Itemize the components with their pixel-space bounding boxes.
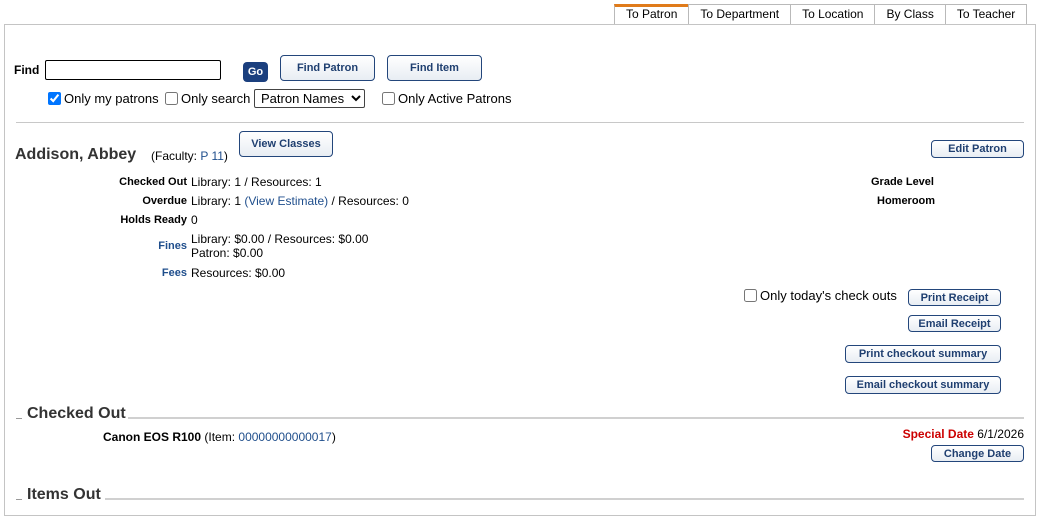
item-suffix: )	[331, 430, 336, 444]
only-search-label: Only search	[181, 91, 251, 106]
tab-by-class[interactable]: By Class	[874, 4, 946, 25]
checked-out-heading: Checked Out	[25, 405, 128, 423]
overdue-prefix: Library: 1	[191, 194, 245, 208]
item-barcode: (Item: 00000000000017)	[204, 430, 335, 444]
find-label: Find	[14, 63, 40, 77]
item-barcode-link[interactable]: 00000000000017	[238, 430, 331, 444]
items-out-heading: Items Out	[25, 486, 103, 504]
only-active-patrons-label: Only Active Patrons	[398, 91, 512, 106]
fees-link[interactable]: Fees	[67, 267, 187, 279]
holds-ready-label: Holds Ready	[120, 214, 187, 226]
section-dash	[16, 418, 22, 419]
fines-patron-value: Patron: $0.00	[191, 246, 264, 260]
checkout-panel: Find Go Find Patron Find Item Only my pa…	[4, 24, 1036, 516]
change-date-button[interactable]: Change Date	[931, 445, 1024, 462]
edit-patron-button[interactable]: Edit Patron	[931, 140, 1024, 158]
tab-to-patron[interactable]: To Patron	[614, 4, 690, 25]
section-dash	[16, 499, 22, 500]
print-checkout-summary-button[interactable]: Print checkout summary	[845, 345, 1001, 363]
tab-to-location[interactable]: To Location	[790, 4, 876, 25]
overdue-label: Overdue	[142, 195, 187, 207]
only-active-patrons-option[interactable]: Only Active Patrons	[382, 91, 511, 106]
item-prefix: (Item:	[204, 430, 239, 444]
only-today-checkbox[interactable]	[744, 289, 757, 302]
find-item-button[interactable]: Find Item	[387, 55, 482, 81]
faculty-prefix: (Faculty:	[151, 149, 201, 163]
only-today-option[interactable]: Only today's check outs	[744, 288, 897, 303]
only-my-patrons-label: Only my patrons	[64, 91, 159, 106]
fees-value: Resources: $0.00	[191, 266, 286, 280]
checked-out-item: Canon EOS R100 (Item: 00000000000017)	[103, 430, 336, 444]
only-my-patrons-checkbox[interactable]	[48, 92, 61, 105]
email-receipt-button[interactable]: Email Receipt	[908, 315, 1001, 332]
only-search-checkbox[interactable]	[165, 92, 178, 105]
patron-name: Addison, Abbey	[15, 146, 137, 163]
faculty-link[interactable]: P 11	[200, 149, 224, 163]
divider	[16, 122, 1024, 123]
only-search-option[interactable]: Only search	[165, 91, 250, 106]
checked-out-label: Checked Out	[119, 176, 187, 188]
find-input[interactable]	[45, 60, 221, 80]
grade-level-label: Grade Level	[871, 176, 934, 188]
fines-link[interactable]: Fines	[67, 240, 187, 252]
print-receipt-button[interactable]: Print Receipt	[908, 289, 1001, 306]
overdue-suffix: / Resources: 0	[328, 194, 409, 208]
checked-out-divider	[125, 417, 1024, 419]
only-my-patrons-option[interactable]: Only my patrons	[48, 91, 159, 106]
special-date: Special Date 6/1/2026	[903, 427, 1024, 441]
tab-to-department[interactable]: To Department	[688, 4, 792, 25]
items-out-divider	[105, 498, 1024, 500]
item-name: Canon EOS R100	[103, 430, 202, 444]
special-date-value: 6/1/2026	[977, 427, 1024, 441]
overdue-value: Library: 1 (View Estimate) / Resources: …	[191, 194, 409, 208]
email-checkout-summary-button[interactable]: Email checkout summary	[845, 376, 1001, 394]
go-button[interactable]: Go	[243, 62, 268, 82]
homeroom-label: Homeroom	[877, 195, 936, 207]
holds-ready-value: 0	[191, 213, 198, 227]
checked-out-value: Library: 1 / Resources: 1	[191, 175, 322, 189]
only-active-patrons-checkbox[interactable]	[382, 92, 395, 105]
destination-tabs: To Patron To Department To Location By C…	[614, 4, 1028, 25]
faculty-suffix: )	[223, 149, 228, 163]
only-today-label: Only today's check outs	[760, 288, 897, 303]
patron-faculty: (Faculty: P 11)	[151, 149, 228, 163]
search-scope-select[interactable]: Patron Names	[254, 89, 365, 108]
special-date-label: Special Date	[902, 427, 974, 441]
fines-library-value: Library: $0.00 / Resources: $0.00	[191, 232, 369, 246]
view-classes-button[interactable]: View Classes	[239, 131, 333, 157]
tab-to-teacher[interactable]: To Teacher	[944, 4, 1028, 25]
view-estimate-link[interactable]: (View Estimate)	[244, 194, 328, 208]
find-patron-button[interactable]: Find Patron	[280, 55, 375, 81]
